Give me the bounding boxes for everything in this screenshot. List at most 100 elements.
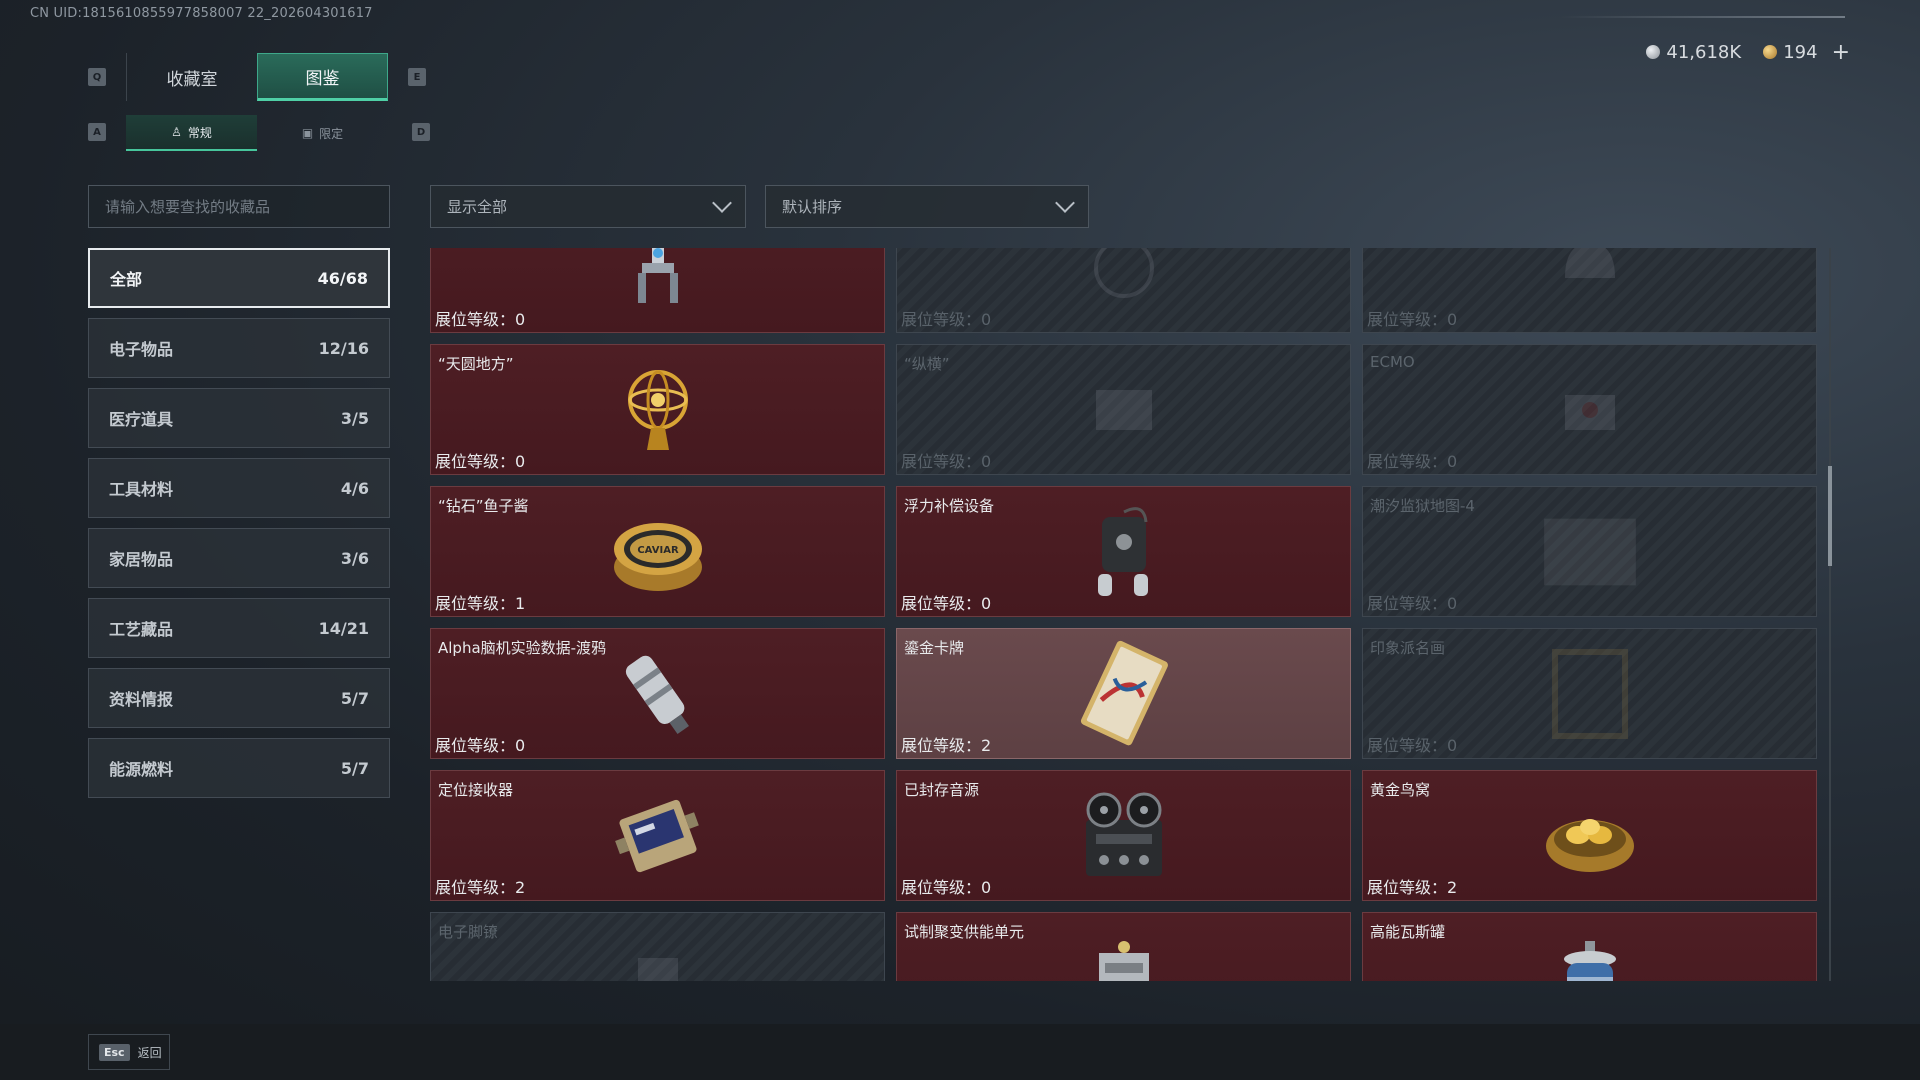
- collection-item-card[interactable]: 展位等级：0: [1362, 248, 1817, 333]
- key-e-hint: E: [408, 68, 426, 86]
- map-icon: [1540, 502, 1640, 602]
- caviar-tin-icon: CAVIAR: [608, 502, 708, 602]
- figure-icon: ♙: [171, 125, 182, 139]
- show-filter-dropdown[interactable]: 显示全部: [430, 185, 746, 228]
- collection-item-card[interactable]: Alpha脑机实验数据-渡鸦 展位等级：0: [430, 628, 885, 759]
- subtab-limited[interactable]: ▣ 限定: [257, 115, 388, 151]
- item-name: “钻石”鱼子酱: [438, 497, 529, 515]
- ankle-monitor-icon: [608, 928, 708, 981]
- category-fuel[interactable]: 能源燃料 5/7: [88, 738, 390, 798]
- painting-frame-icon: [1540, 644, 1640, 744]
- search-input[interactable]: [105, 197, 389, 216]
- category-count: 14/21: [318, 618, 369, 638]
- item-name: 已封存音源: [904, 781, 980, 799]
- category-household[interactable]: 家居物品 3/6: [88, 528, 390, 588]
- category-label: 工具材料: [109, 480, 174, 499]
- data-canister-icon: [608, 644, 708, 744]
- item-display-level: 展位等级：2: [1367, 878, 1458, 897]
- collection-item-card[interactable]: 高能瓦斯罐: [1362, 912, 1817, 981]
- add-currency-button[interactable]: +: [1832, 40, 1850, 65]
- collection-item-card[interactable]: “钻石”鱼子酱 CAVIAR 展位等级：1: [430, 486, 885, 617]
- chessboard-icon: [1074, 360, 1174, 460]
- subtab-regular-label: 常规: [187, 125, 212, 140]
- collection-item-card[interactable]: “纵横” 展位等级：0: [896, 344, 1351, 475]
- category-intel[interactable]: 资料情报 5/7: [88, 668, 390, 728]
- item-name: 印象派名画: [1370, 639, 1446, 657]
- item-name: 潮汐监狱地图-4: [1370, 497, 1475, 515]
- silver-currency: 41,618K: [1646, 42, 1741, 63]
- key-q-hint: Q: [88, 68, 106, 86]
- sub-tabs: ♙ 常规 ▣ 限定: [126, 115, 388, 151]
- collection-item-card[interactable]: 鎏金卡牌展位等级：2: [896, 628, 1351, 759]
- item-display-level: 展位等级：2: [435, 878, 526, 897]
- helmet-icon: [1540, 248, 1640, 318]
- item-display-level: 展位等级：0: [435, 452, 526, 471]
- svg-text:CAVIAR: CAVIAR: [637, 545, 679, 556]
- gold-currency: 194: [1763, 41, 1818, 63]
- item-name: 定位接收器: [438, 781, 514, 799]
- collection-item-card[interactable]: ECMO 展位等级：0: [1362, 344, 1817, 475]
- tab-codex[interactable]: 图鉴: [257, 53, 388, 101]
- scrollbar-thumb[interactable]: [1828, 466, 1832, 566]
- tab-collection-room[interactable]: 收藏室: [126, 53, 257, 101]
- back-label: 返回: [137, 1045, 162, 1060]
- category-electronics[interactable]: 电子物品 12/16: [88, 318, 390, 378]
- image-icon: ▣: [301, 126, 314, 140]
- category-crafts[interactable]: 工艺藏品 14/21: [88, 598, 390, 658]
- item-display-level: 展位等级：0: [1367, 452, 1458, 471]
- collection-item-card[interactable]: 展位等级：0: [896, 248, 1351, 333]
- item-name: 浮力补偿设备: [904, 497, 995, 515]
- tape-recorder-icon: [1074, 786, 1174, 886]
- item-name: 试制聚变供能单元: [904, 923, 1025, 941]
- buoyancy-device-icon: [1074, 502, 1174, 602]
- collection-item-card[interactable]: 已封存音源 展位等级：0: [896, 770, 1351, 901]
- category-label: 电子物品: [109, 340, 174, 359]
- scrollbar-track[interactable]: [1829, 248, 1831, 981]
- collection-item-card[interactable]: 定位接收器展位等级：2: [430, 770, 885, 901]
- collection-item-card[interactable]: 黄金鸟窝展位等级：2: [1362, 770, 1817, 901]
- item-name: “纵横”: [904, 355, 950, 373]
- search-box[interactable]: [88, 185, 390, 228]
- show-filter-value: 显示全部: [447, 198, 508, 216]
- category-label: 工艺藏品: [109, 620, 174, 639]
- item-display-level: 展位等级：2: [901, 736, 992, 755]
- category-count: 5/7: [340, 758, 369, 778]
- collection-item-card[interactable]: “天圆地方” 展位等级：0: [430, 344, 885, 475]
- subtab-regular[interactable]: ♙ 常规: [126, 115, 257, 151]
- key-a-hint: A: [88, 123, 106, 141]
- category-label: 全部: [110, 270, 143, 289]
- category-count: 5/7: [340, 688, 369, 708]
- esc-key-hint: Esc: [99, 1043, 130, 1061]
- category-label: 能源燃料: [109, 760, 174, 779]
- collection-item-card[interactable]: 展位等级：0: [430, 248, 885, 333]
- gold-amount: 194: [1783, 41, 1818, 63]
- collection-item-card[interactable]: 潮汐监狱地图-4 展位等级：0: [1362, 486, 1817, 617]
- armillary-sphere-icon: [608, 360, 708, 460]
- item-display-level: 展位等级：0: [901, 594, 992, 613]
- gold-coin-icon: [1763, 45, 1778, 59]
- golden-nest-icon: [1540, 786, 1640, 886]
- collection-item-card[interactable]: 试制聚变供能单元: [896, 912, 1351, 981]
- category-medical[interactable]: 医疗道具 3/5: [88, 388, 390, 448]
- item-name: 鎏金卡牌: [904, 639, 965, 657]
- category-tools[interactable]: 工具材料 4/6: [88, 458, 390, 518]
- item-name: 黄金鸟窝: [1370, 781, 1431, 799]
- item-display-level: 展位等级：0: [435, 736, 526, 755]
- back-button[interactable]: Esc 返回: [88, 1034, 170, 1070]
- globe-icon: [1074, 248, 1174, 318]
- footer-bar: [0, 1024, 1920, 1080]
- collection-item-card[interactable]: 印象派名画展位等级：0: [1362, 628, 1817, 759]
- sort-value: 默认排序: [782, 198, 843, 216]
- collection-item-card[interactable]: 电子脚镣: [430, 912, 885, 981]
- item-name: 电子脚镣: [438, 923, 499, 941]
- sort-dropdown[interactable]: 默认排序: [765, 185, 1089, 228]
- player-uid: CN UID:1815610855977858007 22_2026043016…: [30, 6, 373, 21]
- category-all[interactable]: 全部 46/68: [88, 248, 390, 308]
- item-display-level: 展位等级：0: [1367, 736, 1458, 755]
- collection-item-card[interactable]: 浮力补偿设备 展位等级：0: [896, 486, 1351, 617]
- item-name: “天圆地方”: [438, 355, 514, 373]
- gas-canister-icon: [1540, 928, 1640, 981]
- gilded-card-icon: [1074, 640, 1174, 745]
- currency-bar: 41,618K 194 +: [1632, 40, 1850, 65]
- collection-grid: 展位等级：0 展位等级：0 展位等级：0 “天圆地方” 展位等级：0 “纵横” 展位等级：0…: [430, 248, 1817, 981]
